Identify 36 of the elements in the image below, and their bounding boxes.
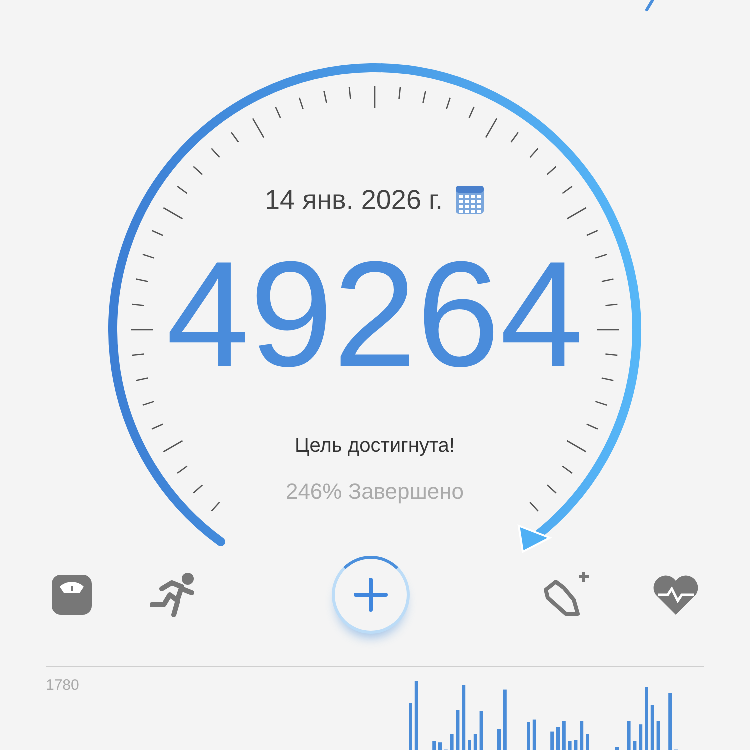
chart-bar: [462, 685, 466, 750]
scale-icon[interactable]: [50, 573, 94, 617]
progress-label: 246% Завершено: [286, 478, 464, 506]
chart-bar: [645, 687, 649, 750]
chart-bar: [556, 727, 560, 750]
chart-bar: [450, 734, 454, 750]
chart-bar: [468, 740, 472, 750]
calendar-icon[interactable]: [455, 185, 486, 216]
chart-bar: [474, 734, 478, 750]
chart-bar: [456, 710, 460, 750]
chart-bar: [616, 747, 620, 750]
heart-icon[interactable]: [652, 573, 700, 617]
chart-bar: [628, 721, 632, 750]
chart-bar: [657, 721, 661, 750]
chart-bar: [527, 722, 531, 750]
plus-icon: [354, 578, 388, 612]
step-count: 49264: [166, 238, 584, 388]
chart-bar: [498, 729, 502, 750]
chart-bar: [586, 734, 590, 750]
chart-bar: [415, 681, 419, 750]
chart-bar: [651, 705, 655, 750]
goal-status: Цель достигнута!: [295, 434, 455, 458]
chart-bar: [438, 742, 442, 750]
chart-bar: [668, 693, 672, 750]
chart-bar: [480, 711, 484, 750]
date-label: 14 янв. 2026 г.: [264, 184, 444, 217]
chart-bar: [432, 741, 436, 750]
chart-bar: [568, 741, 572, 750]
chart-bar: [562, 721, 566, 750]
chart-bar: [533, 720, 537, 750]
add-button[interactable]: [332, 556, 410, 634]
chart-bar: [550, 732, 554, 750]
chart-bar: [504, 690, 508, 750]
chart-bar: [409, 703, 413, 750]
arc-pointer-icon: [518, 524, 552, 554]
axis-label: 1780: [46, 676, 80, 696]
